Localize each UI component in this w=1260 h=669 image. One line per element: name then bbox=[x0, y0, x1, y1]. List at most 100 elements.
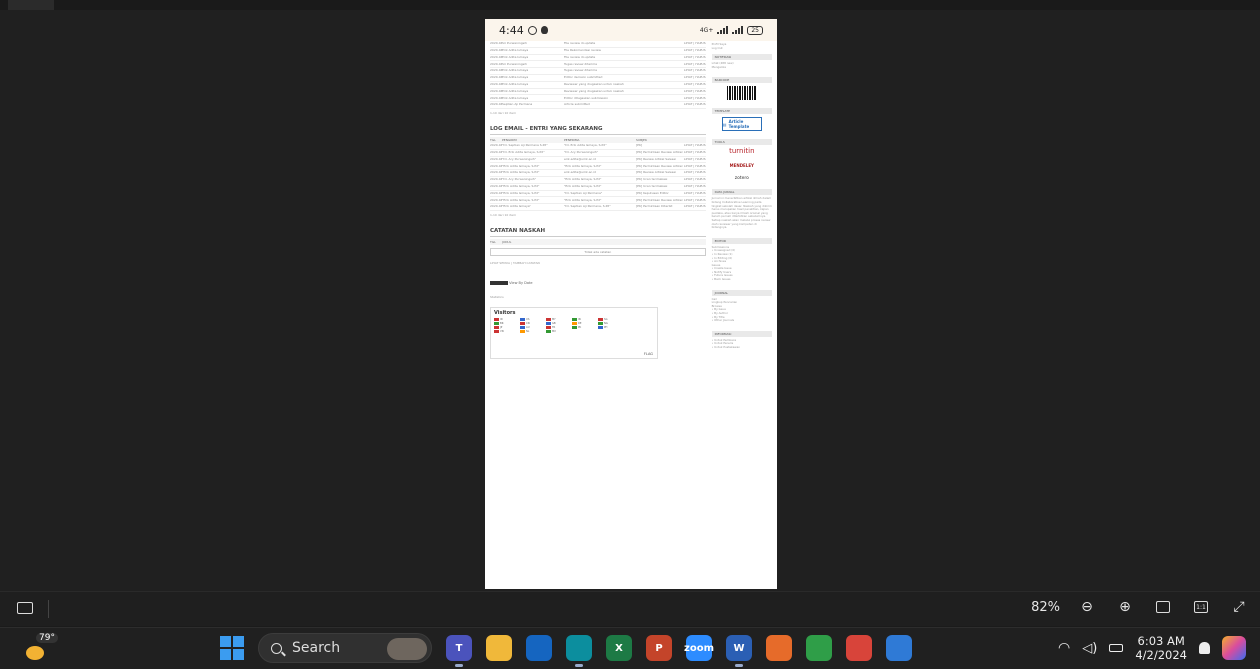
table-cell[interactable]: LIHAT | HAPUS bbox=[684, 69, 706, 72]
zoom-icon[interactable]: zoom bbox=[684, 635, 714, 661]
history-button[interactable] bbox=[490, 280, 508, 285]
table-cell[interactable]: LIHAT | HAPUS bbox=[684, 56, 706, 59]
table-row: 2020-04-11Erik Adita Ismaya Reviewer yang… bbox=[490, 82, 706, 89]
notes-links[interactable]: LIHAT SEMUA | TAMBAH CATATAN bbox=[490, 259, 706, 267]
table-row: 2020-04-11"Erik Adita Ismaya, S.Pd""Erik… bbox=[490, 163, 706, 171]
search-label: Search bbox=[292, 640, 341, 656]
wifi-icon[interactable]: ◠ bbox=[1058, 640, 1070, 656]
phone-indicators: 4G+ 25 bbox=[699, 25, 763, 35]
table-cell bbox=[636, 42, 684, 45]
sidebar-info-links[interactable]: • Untuk Pembaca • Untuk Penulis • Untuk Pu… bbox=[712, 338, 772, 350]
table-cell: Erik Adita Ismaya bbox=[502, 69, 529, 73]
table-cell[interactable]: LIHAT | HAPUS bbox=[684, 144, 706, 147]
table-cell[interactable]: LIHAT | HAPUS bbox=[684, 178, 706, 181]
battery-icon[interactable] bbox=[1109, 644, 1124, 652]
table-cell[interactable]: LIHAT | HAPUS bbox=[684, 76, 706, 79]
table-row: 2020-04-11"Erik Adita Ismaya" "Dr. Septia… bbox=[490, 204, 706, 211]
word-icon[interactable]: W bbox=[726, 635, 752, 667]
table-cell[interactable]: LIHAT | HAPUS bbox=[684, 158, 706, 161]
taskbar-search[interactable]: Search bbox=[258, 633, 432, 663]
mail-icon[interactable] bbox=[526, 635, 552, 661]
phone-time: 4:44 bbox=[499, 23, 524, 37]
actual-size-button[interactable]: 1:1 bbox=[1190, 596, 1212, 618]
sidebar-editor-links[interactable]: Submissions • Unassigned (0) • In Review (… bbox=[712, 245, 772, 282]
file-explorer-icon[interactable] bbox=[486, 635, 512, 661]
table-cell[interactable]: LIHAT | HAPUS bbox=[684, 90, 706, 93]
table-cell[interactable]: LIHAT | HAPUS bbox=[684, 185, 706, 188]
zoom-controls: 82% ⊖ ⊕ 1:1 ⤢ bbox=[1031, 596, 1250, 618]
edge-icon[interactable] bbox=[566, 635, 592, 667]
table-cell: 2020-04-11 bbox=[490, 151, 502, 155]
table-cell bbox=[636, 56, 684, 59]
start-icon[interactable] bbox=[220, 636, 244, 660]
table-cell: Erik Adita Ismaya bbox=[502, 55, 529, 59]
network-type: 4G+ bbox=[699, 26, 714, 34]
volume-icon[interactable]: ◁) bbox=[1082, 641, 1097, 656]
sidebar-notif-links[interactable]: Lihat (488 new) Mengelola bbox=[712, 61, 772, 69]
table-cell: 2020-04-11 bbox=[490, 103, 502, 107]
powerpoint-icon[interactable]: P bbox=[646, 635, 672, 661]
table-row: 2020-04-11"Dr. Ary Purwaningsih" "Erik Ad… bbox=[490, 177, 706, 184]
search-highlight-image bbox=[387, 638, 427, 660]
filmstrip-icon[interactable] bbox=[17, 602, 33, 614]
expand-icon[interactable]: ⤢ bbox=[1228, 596, 1250, 618]
firefox-icon[interactable] bbox=[766, 635, 792, 661]
history-table: 2020-04-11Sri PurwaningsihFile review di… bbox=[490, 41, 706, 109]
table-cell[interactable]: LIHAT | HAPUS bbox=[684, 63, 706, 66]
table-cell[interactable]: LIHAT | HAPUS bbox=[684, 103, 706, 106]
turnitin-logo[interactable]: turnitin bbox=[712, 147, 772, 155]
sidebar-about-title: DATA JURNAL bbox=[711, 189, 772, 196]
alarm-icon bbox=[527, 25, 537, 35]
table-cell: Reviewer yang diugaskan untuk naskah bbox=[564, 89, 624, 93]
sidebar-journal-search[interactable]: Cari Lingkup Pencarian Browse • By Issue • B… bbox=[712, 297, 772, 323]
photos-icon[interactable] bbox=[886, 635, 912, 661]
table-cell[interactable]: LIHAT | HAPUS bbox=[684, 97, 706, 100]
chrome-profile-icon[interactable] bbox=[846, 635, 872, 661]
chrome-icon[interactable] bbox=[806, 635, 832, 661]
table-cell: "Erik Adita Ismaya, S.Pd" bbox=[502, 198, 540, 202]
battery-level: 25 bbox=[751, 26, 759, 34]
table-row: 2020-04-11Erik Adita Ismaya Editor decisi… bbox=[490, 75, 706, 82]
table-row: 2020-04-11Erik Adita Ismaya File review d… bbox=[490, 55, 706, 62]
zotero-logo[interactable]: zotero bbox=[712, 176, 772, 181]
table-cell: 2020-04-11 bbox=[490, 198, 502, 202]
copilot-icon[interactable] bbox=[1222, 636, 1246, 660]
table-cell: Sri Purwaningsih bbox=[502, 42, 527, 46]
table-cell: "Dr. Septian Aji Permana, S.Pd" bbox=[564, 205, 611, 209]
table-cell bbox=[636, 83, 684, 86]
teams-icon[interactable]: T bbox=[446, 635, 472, 667]
table-cell[interactable]: LIHAT | HAPUS bbox=[684, 151, 706, 154]
zoom-in-icon[interactable]: ⊕ bbox=[1114, 596, 1136, 618]
history-link[interactable]: View By Date bbox=[509, 281, 532, 285]
system-tray: ◠ ◁) 6:03 AM 4/2/2024 bbox=[1058, 634, 1246, 662]
table-cell: "Dr. Erik Adita Ismaya, S.Pd" bbox=[502, 151, 545, 155]
actual-size-label: 1:1 bbox=[1194, 601, 1208, 613]
taskbar-clock[interactable]: 6:03 AM 4/2/2024 bbox=[1135, 634, 1187, 662]
table-cell[interactable]: LIHAT | HAPUS bbox=[684, 83, 706, 86]
viewer-toolbar: 82% ⊖ ⊕ 1:1 ⤢ bbox=[0, 591, 1260, 626]
window-tab[interactable] bbox=[8, 0, 54, 10]
table-cell[interactable]: LIHAT | HAPUS bbox=[684, 42, 706, 45]
table-cell: "Erik Adita Ismaya, S.Pd" bbox=[502, 185, 540, 189]
weather-widget[interactable]: 79° bbox=[22, 632, 58, 664]
table-cell bbox=[636, 49, 684, 52]
table-row: 2020-04-11Septian Aji Permana Article sub… bbox=[490, 102, 706, 109]
table-cell: "Dr. Septian Aji Permana S.Pd" bbox=[502, 144, 548, 148]
image-viewer: 4:44 4G+ 25 2020-04-11Sri PurwaningsihFi… bbox=[0, 0, 1260, 591]
table-cell[interactable]: LIHAT | HAPUS bbox=[684, 205, 706, 208]
notification-bell-icon[interactable] bbox=[1199, 642, 1210, 654]
search-icon bbox=[271, 642, 282, 654]
fit-page-icon[interactable] bbox=[1152, 596, 1174, 618]
excel-icon[interactable]: X bbox=[606, 635, 632, 661]
table-cell[interactable]: LIHAT | HAPUS bbox=[684, 199, 706, 202]
table-cell: [PK] Permintaan Review Artikel bbox=[636, 151, 683, 155]
article-template-link[interactable]: ▤ Article Template bbox=[721, 117, 762, 132]
mendeley-logo[interactable]: MENDELEY bbox=[712, 163, 772, 168]
table-cell: "Erik Adita Ismaya, S.Pd" bbox=[564, 178, 602, 182]
table-cell[interactable]: LIHAT | HAPUS bbox=[684, 192, 706, 195]
zoom-out-icon[interactable]: ⊖ bbox=[1076, 596, 1098, 618]
table-cell[interactable]: LIHAT | HAPUS bbox=[684, 165, 706, 168]
table-cell[interactable]: LIHAT | HAPUS bbox=[684, 49, 706, 52]
table-cell[interactable]: LIHAT | HAPUS bbox=[684, 171, 706, 174]
zoom-level: 82% bbox=[1031, 599, 1060, 615]
